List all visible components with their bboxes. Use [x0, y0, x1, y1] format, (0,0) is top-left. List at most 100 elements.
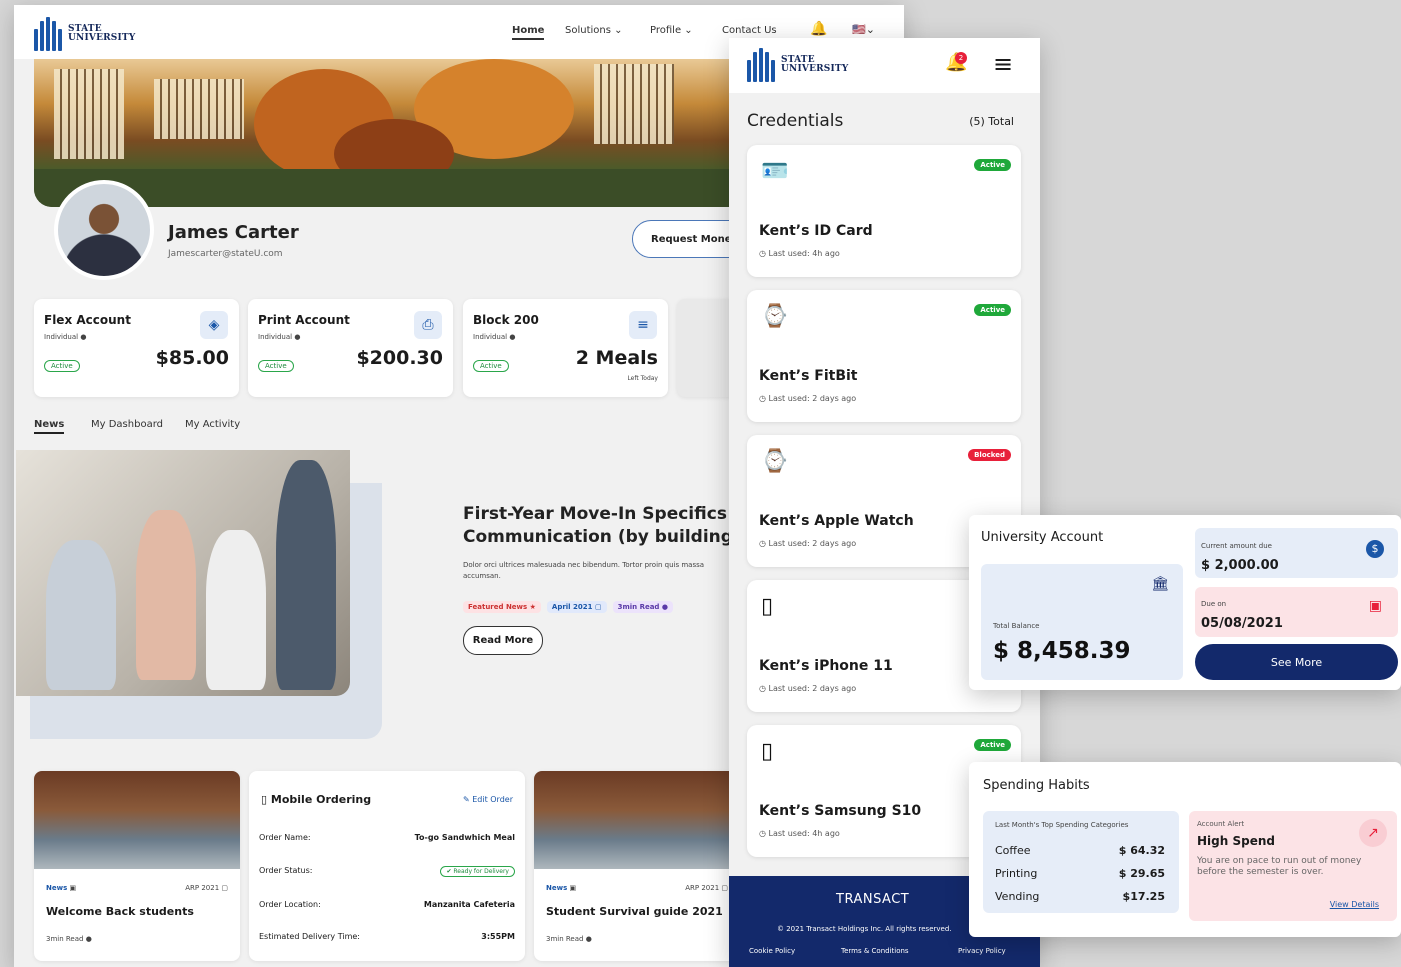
- due-on-value: 05/08/2021: [1201, 616, 1283, 631]
- hamburger-menu-icon[interactable]: ≡: [993, 52, 1013, 76]
- tab-news[interactable]: News: [34, 419, 65, 434]
- bank-icon: 🏛: [1151, 576, 1169, 592]
- order-status-badge: ✔ Ready for Delivery: [440, 866, 515, 877]
- chevron-down-icon: ⌄: [614, 25, 623, 36]
- alert-body: You are on pace to run out of money befo…: [1197, 856, 1362, 877]
- chip-read-time[interactable]: 3min Read ●: [612, 601, 673, 613]
- nav-home[interactable]: Home: [512, 25, 545, 40]
- university-logo[interactable]: STATE UNIVERSITY: [747, 48, 848, 82]
- info-icon[interactable]: ●: [509, 333, 515, 341]
- news-thumbnail: [34, 771, 240, 869]
- mobile-ordering-card[interactable]: ▯ Mobile Ordering ✎ Edit Order Order Nam…: [249, 771, 525, 961]
- spending-habits-title: Spending Habits: [983, 778, 1090, 793]
- chip-featured[interactable]: Featured News ★: [463, 601, 541, 613]
- cookie-policy-link[interactable]: Cookie Policy: [749, 947, 795, 955]
- credential-name: Kent’s iPhone 11: [759, 658, 893, 674]
- print-account-card[interactable]: Print Account Individual ● Active ⎙ $200…: [248, 299, 453, 397]
- profile-name: James Carter: [168, 222, 299, 243]
- tab-my-dashboard[interactable]: My Dashboard: [91, 419, 163, 430]
- alert-title: High Spend: [1197, 834, 1275, 848]
- nav-contact[interactable]: Contact Us: [722, 25, 777, 36]
- flag-language-icon[interactable]: 🇺🇸⌄: [852, 23, 875, 36]
- phone-icon: ▯: [761, 594, 774, 619]
- pencil-icon: ✎: [462, 795, 470, 804]
- feature-body-line1: Dolor orci ultrices malesuada nec bibend…: [463, 561, 705, 569]
- chip-read-label: 3min Read: [617, 603, 660, 611]
- read-more-button[interactable]: Read More: [463, 626, 543, 655]
- feature-body: Dolor orci ultrices malesuada nec bibend…: [463, 560, 704, 582]
- credential-card-fitbit[interactable]: ⌚ Active Kent’s FitBit ◷ Last used: 2 da…: [747, 290, 1021, 422]
- spending-habits-widget: Spending Habits Last Month's Top Spendin…: [969, 762, 1401, 937]
- logo-columns-icon: [34, 17, 62, 51]
- account-title: Print Account: [258, 313, 350, 327]
- credential-name: Kent’s FitBit: [759, 368, 858, 384]
- account-type: Individual: [473, 333, 508, 341]
- flex-account-card[interactable]: Flex Account Individual ● Active ◈ $85.0…: [34, 299, 239, 397]
- top-categories-label: Last Month's Top Spending Categories: [995, 821, 1129, 829]
- feature-chips: Featured News ★ April 2021 ▢ 3min Read ●: [463, 594, 679, 613]
- account-title: Block 200: [473, 313, 539, 327]
- account-type: Individual: [44, 333, 79, 341]
- university-logo[interactable]: STATE UNIVERSITY: [34, 17, 135, 51]
- account-alert-box: Account Alert High Spend ↗ You are on pa…: [1189, 811, 1397, 921]
- news-card-welcome[interactable]: News ▣ ARP 2021 ▢ Welcome Back students …: [34, 771, 240, 961]
- clock-icon: ◷: [759, 684, 766, 693]
- nav-solutions-label: Solutions: [565, 25, 611, 36]
- due-date-box: Due on 05/08/2021 ▣: [1195, 587, 1398, 637]
- tab-my-activity[interactable]: My Activity: [185, 419, 240, 430]
- chip-date-label: April 2021: [551, 603, 593, 611]
- total-balance-label: Total Balance: [993, 622, 1040, 630]
- status-badge: Active: [974, 159, 1011, 171]
- fitbit-icon: ⌚: [761, 304, 789, 329]
- info-icon[interactable]: ●: [80, 333, 86, 341]
- order-status-value: Ready for Delivery: [453, 868, 509, 875]
- account-title: Flex Account: [44, 313, 131, 327]
- category-value: $17.25: [1122, 890, 1165, 903]
- terms-link[interactable]: Terms & Conditions: [841, 947, 909, 955]
- credential-card-id[interactable]: 🪪 Active Kent’s ID Card ◷ Last used: 4h …: [747, 145, 1021, 277]
- order-label: Order Location:: [259, 900, 321, 909]
- order-value: 3:55PM: [481, 932, 515, 941]
- status-badge: Active: [473, 360, 509, 372]
- meal-icon: ≡: [629, 311, 657, 339]
- last-used: Last used: 2 days ago: [768, 394, 857, 403]
- phone-icon: ▯: [761, 739, 774, 764]
- read-time: 3min Read: [46, 935, 84, 943]
- nav-profile[interactable]: Profile ⌄: [650, 25, 693, 36]
- block-200-card[interactable]: Block 200 Individual ● Active ≡ 2 Meals …: [463, 299, 668, 397]
- bell-icon[interactable]: 🔔: [810, 21, 827, 37]
- order-value: To-go Sandwhich Meal: [414, 833, 515, 842]
- news-tag: News: [546, 884, 568, 892]
- status-badge: Active: [974, 304, 1011, 316]
- feature-title-line2: Communication (by building): [463, 527, 741, 547]
- last-used: Last used: 4h ago: [768, 249, 840, 258]
- clock-icon: ◷: [759, 394, 766, 403]
- trend-up-icon: ↗: [1359, 819, 1387, 847]
- info-icon[interactable]: ●: [294, 333, 300, 341]
- calendar-icon: ▣: [1368, 598, 1382, 614]
- alert-label: Account Alert: [1197, 820, 1245, 828]
- feature-title-line1: First-Year Move-In Specifics: [463, 504, 727, 524]
- feature-body-line2: accumsan.: [463, 572, 501, 580]
- see-more-button[interactable]: See More: [1195, 644, 1398, 680]
- credential-name: Kent’s Apple Watch: [759, 513, 914, 529]
- order-label: Order Name:: [259, 833, 311, 842]
- privacy-policy-link[interactable]: Privacy Policy: [958, 947, 1006, 955]
- order-row: Order Name: To-go Sandwhich Meal: [259, 833, 515, 842]
- edit-order-link[interactable]: ✎ Edit Order: [463, 795, 513, 804]
- top-categories-box: Last Month's Top Spending Categories Cof…: [983, 811, 1179, 913]
- status-badge: Active: [44, 360, 80, 372]
- category-name: Coffee: [995, 844, 1031, 857]
- copyright-text: © 2021 Transact Holdings Inc. All rights…: [777, 925, 952, 933]
- order-row: Order Status: ✔ Ready for Delivery: [259, 866, 515, 877]
- nav-solutions[interactable]: Solutions ⌄: [565, 25, 623, 36]
- news-card-survival[interactable]: News ▣ ARP 2021 ▢ Student Survival guide…: [534, 771, 740, 961]
- total-balance-box: 🏛 Total Balance $ 8,458.39: [981, 564, 1183, 680]
- logo-line2: UNIVERSITY: [68, 33, 136, 43]
- chip-date[interactable]: April 2021 ▢: [546, 601, 607, 613]
- status-badge: Blocked: [968, 449, 1011, 461]
- due-on-label: Due on: [1201, 600, 1227, 608]
- view-details-link[interactable]: View Details: [1330, 900, 1379, 909]
- profile-avatar[interactable]: [54, 180, 154, 280]
- feature-title[interactable]: First-Year Move-In Specifics Communicati…: [463, 503, 741, 549]
